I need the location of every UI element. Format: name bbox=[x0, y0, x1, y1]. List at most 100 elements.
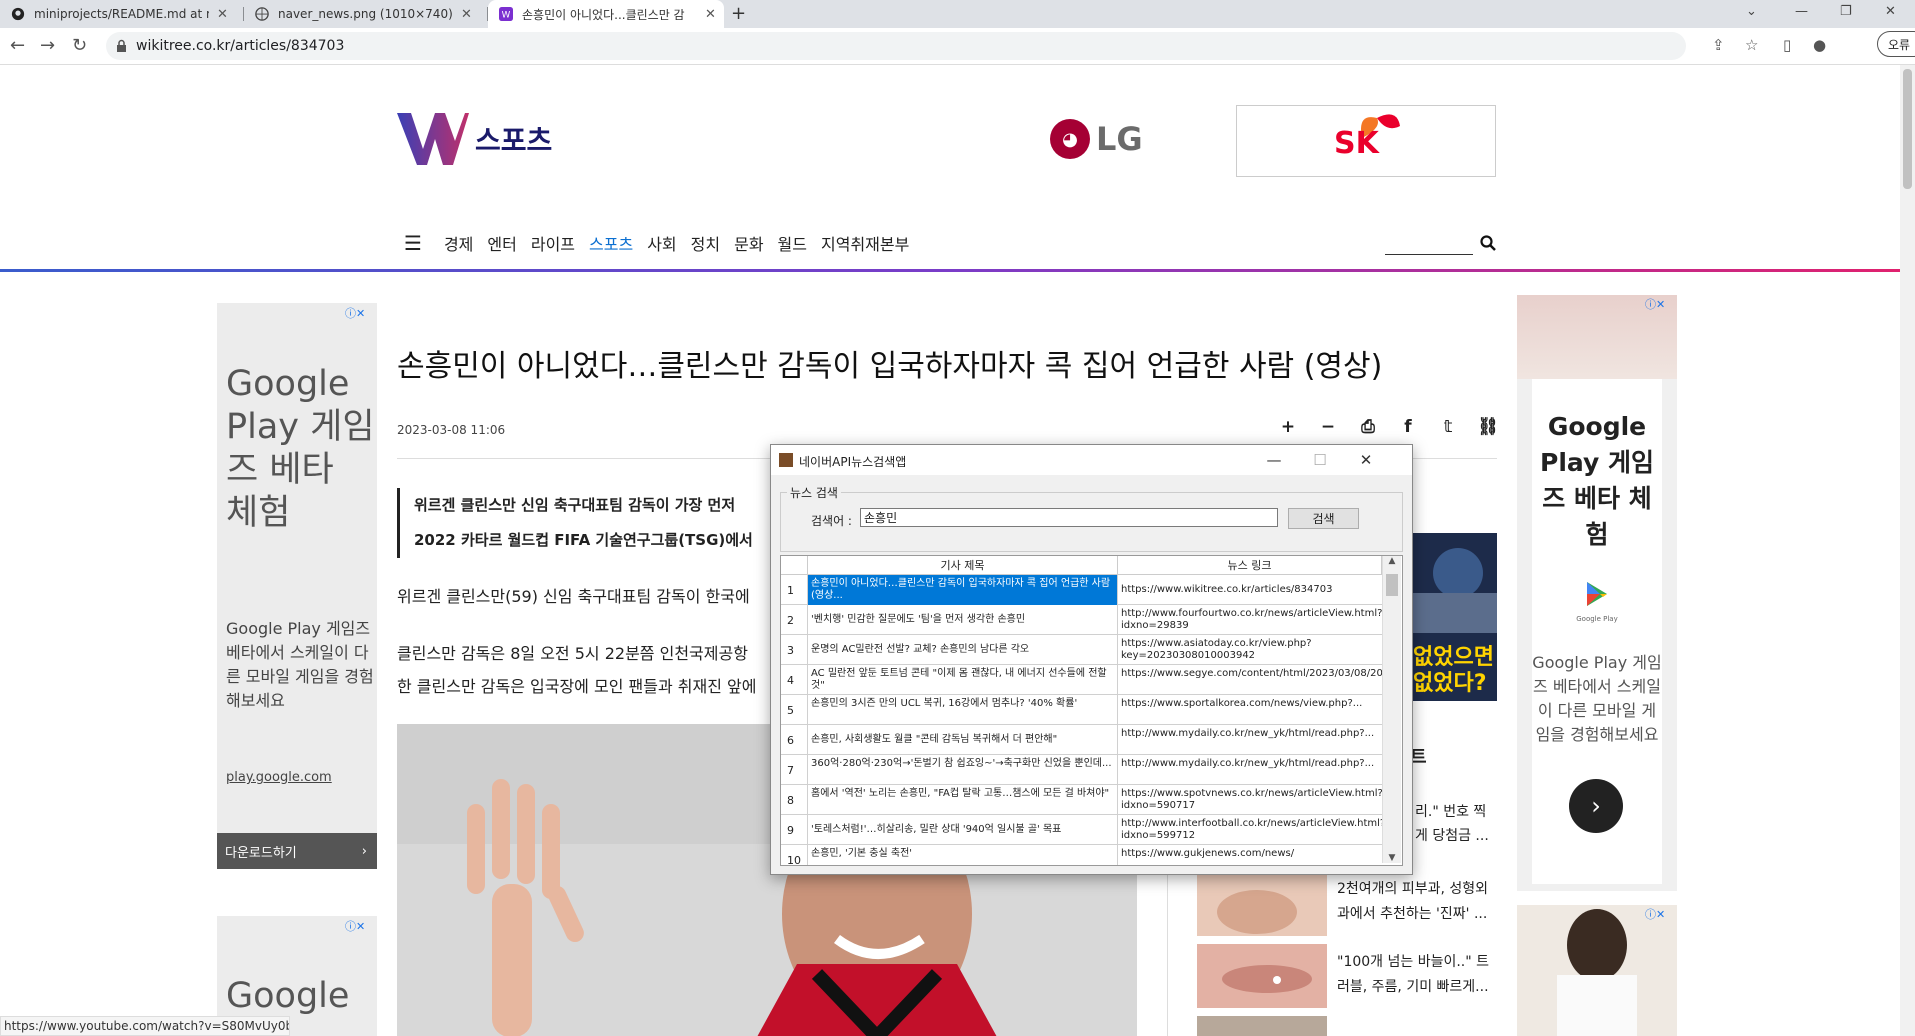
grid-scrollbar-thumb[interactable] bbox=[1386, 574, 1398, 596]
table-row[interactable]: 6 손흥민, 사회생활도 월클 "콘테 감독님 복귀해서 더 편안해" http:/… bbox=[781, 725, 1382, 755]
scroll-up-icon[interactable]: ▲ bbox=[1383, 556, 1401, 566]
ad-info-icon[interactable]: ⓘ✕ bbox=[345, 305, 365, 321]
grid-scrollbar[interactable]: ▲ ▼ bbox=[1382, 556, 1401, 863]
forward-icon[interactable]: → bbox=[40, 35, 55, 56]
cell-title[interactable]: '벤치행' 민감한 질문에도 '팀'을 먼저 생각한 손흥민 bbox=[808, 605, 1118, 635]
site-search-input[interactable] bbox=[1385, 254, 1473, 255]
column-header-title[interactable]: 기사 제목 bbox=[808, 556, 1118, 575]
cell-title[interactable]: 손흥민, 사회생활도 월클 "콘테 감독님 복귀해서 더 편안해" bbox=[808, 725, 1118, 755]
related-title-fragment-2[interactable]: 게 당첨금 ... bbox=[1415, 825, 1489, 845]
column-header-link[interactable]: 뉴스 링크 bbox=[1118, 556, 1382, 575]
table-row[interactable]: 4 AC 밀란전 앞둔 토트넘 콘테 "이제 몸 괜찮다, 내 에너지 선수들에 … bbox=[781, 665, 1382, 695]
cell-title[interactable]: 운명의 AC밀란전 선발? 교체? 손흥민의 남다른 각오 bbox=[808, 635, 1118, 665]
font-increase-icon[interactable]: + bbox=[1268, 417, 1308, 437]
cell-title[interactable]: 손흥민의 3시즌 만의 UCL 복귀, 16강에서 멈추나? '40% 확률' bbox=[808, 695, 1118, 725]
scroll-down-icon[interactable]: ▼ bbox=[1383, 853, 1401, 863]
menu-item-world[interactable]: 월드 bbox=[778, 231, 807, 255]
share-icon[interactable]: ⇪ bbox=[1712, 36, 1725, 54]
minimize-icon[interactable]: — bbox=[1795, 4, 1808, 19]
right-ad-2[interactable] bbox=[1517, 905, 1677, 1036]
menu-item-regional[interactable]: 지역취재본부 bbox=[821, 231, 909, 255]
cell-link[interactable]: https://www.spotvnews.co.kr/news/article… bbox=[1118, 785, 1382, 815]
results-grid[interactable]: 기사 제목 뉴스 링크 1 손흥민이 아니었다…클린스만 감독이 입국하자마자 콕… bbox=[780, 555, 1403, 866]
menu-item-entertainment[interactable]: 엔터 bbox=[487, 231, 516, 255]
left-ad[interactable]: Google Play 게임즈 베타 체험 Google Play 게임즈 베타… bbox=[217, 303, 377, 869]
twitter-icon[interactable]: 𝕥 bbox=[1428, 417, 1468, 437]
close-icon[interactable]: ✕ bbox=[217, 7, 228, 22]
table-row[interactable]: 10 손흥민, '기본 충실 축전' https://www.gukjenews.c… bbox=[781, 845, 1382, 865]
ad-info-icon[interactable]: ⓘ✕ bbox=[345, 918, 365, 934]
related-image[interactable]: 없었으면 없었다? bbox=[1413, 533, 1497, 701]
cell-link[interactable]: http://www.mydaily.co.kr/new_yk/html/rea… bbox=[1118, 755, 1382, 785]
lock-icon[interactable] bbox=[116, 38, 127, 57]
ad-info-icon[interactable]: ⓘ✕ bbox=[1645, 296, 1665, 312]
search-icon[interactable] bbox=[1480, 235, 1496, 256]
close-icon[interactable]: ✕ bbox=[461, 7, 472, 22]
cell-link[interactable]: http://www.fourfourtwo.co.kr/news/articl… bbox=[1118, 605, 1382, 635]
error-button[interactable]: 오류 bbox=[1877, 31, 1915, 57]
cell-link[interactable]: https://www.segye.com/content/html/2023/… bbox=[1118, 665, 1382, 695]
next-arrow-button[interactable]: › bbox=[1569, 779, 1623, 833]
font-decrease-icon[interactable]: − bbox=[1308, 417, 1348, 437]
reload-icon[interactable]: ↻ bbox=[72, 35, 87, 56]
close-window-icon[interactable]: ✕ bbox=[1885, 4, 1896, 19]
table-row[interactable]: 1 손흥민이 아니었다…클린스만 감독이 입국하자마자 콕 집어 언급한 사람 (… bbox=[781, 575, 1382, 605]
cell-link[interactable]: https://www.sportalkorea.com/news/view.p… bbox=[1118, 695, 1382, 725]
browser-tab-2[interactable]: naver_news.png (1010×740) ✕ bbox=[244, 0, 488, 28]
cell-link[interactable]: https://www.gukjenews.com/news/ bbox=[1118, 845, 1382, 865]
app-maximize-icon[interactable]: ☐ bbox=[1297, 448, 1343, 472]
search-button[interactable]: 검색 bbox=[1288, 508, 1359, 529]
hamburger-menu-icon[interactable]: ☰ bbox=[404, 231, 422, 255]
menu-item-life[interactable]: 라이프 bbox=[531, 231, 575, 255]
related-title-1b[interactable]: 과에서 추천하는 '진짜' ... bbox=[1337, 903, 1487, 923]
related-thumb-3[interactable] bbox=[1197, 1016, 1327, 1036]
cell-link[interactable]: http://www.mydaily.co.kr/new_yk/html/rea… bbox=[1118, 725, 1382, 755]
site-logo[interactable]: 스포츠 bbox=[397, 113, 552, 165]
related-thumb-2[interactable] bbox=[1197, 944, 1327, 1008]
scrollbar-thumb[interactable] bbox=[1903, 69, 1912, 189]
lg-ad[interactable]: ◕ LG bbox=[1050, 119, 1143, 159]
cell-title[interactable]: 손흥민이 아니었다…클린스만 감독이 입국하자마자 콕 집어 언급한 사람 (영… bbox=[808, 575, 1118, 605]
menu-item-politics[interactable]: 정치 bbox=[691, 231, 720, 255]
search-input[interactable]: 손흥민 bbox=[860, 508, 1278, 527]
back-icon[interactable]: ← bbox=[10, 35, 25, 56]
cell-title[interactable]: 홈에서 '역전' 노리는 손흥민, "FA컵 탈락 고통…챔스에 모든 걸 바쳐… bbox=[808, 785, 1118, 815]
table-row[interactable]: 7 360억·280억·230억→'돈벌기 참 쉽죠잉~'→축구화만 신었을 뿐인… bbox=[781, 755, 1382, 785]
menu-item-sports[interactable]: 스포츠 bbox=[589, 231, 633, 255]
related-title-2b[interactable]: 러블, 주름, 기미 빠르게... bbox=[1337, 976, 1489, 996]
table-row[interactable]: 8 홈에서 '역전' 노리는 손흥민, "FA컵 탈락 고통…챔스에 모든 걸 바… bbox=[781, 785, 1382, 815]
bookmark-star-icon[interactable]: ☆ bbox=[1745, 36, 1758, 54]
ad-link[interactable]: play.google.com bbox=[226, 770, 332, 785]
profile-icon[interactable]: ● bbox=[1813, 36, 1826, 54]
cell-title[interactable]: 360억·280억·230억→'돈벌기 참 쉽죠잉~'→축구화만 신었을 뿐인데… bbox=[808, 755, 1118, 785]
page-scrollbar[interactable] bbox=[1900, 65, 1915, 1036]
new-tab-icon[interactable]: + bbox=[731, 3, 746, 24]
side-panel-icon[interactable]: ▯ bbox=[1783, 36, 1791, 54]
related-title-1[interactable]: 2천여개의 피부과, 성형외 bbox=[1337, 878, 1488, 898]
right-ad[interactable]: Google Play 게임즈 베타 체험 Google Play Google… bbox=[1517, 295, 1677, 891]
table-row[interactable]: 9 '토레스처럼!'…히살리송, 밀란 상대 '940억 일시불 골' 목표 htt… bbox=[781, 815, 1382, 845]
related-thumb-1[interactable] bbox=[1197, 872, 1327, 936]
cell-link[interactable]: http://www.interfootball.co.kr/news/arti… bbox=[1118, 815, 1382, 845]
download-button[interactable]: 다운로드하기 › bbox=[217, 833, 377, 869]
menu-item-economy[interactable]: 경제 bbox=[444, 231, 473, 255]
browser-tab-1[interactable]: miniprojects/README.md at ma ✕ bbox=[0, 0, 244, 28]
tab-search-icon[interactable]: ⌄ bbox=[1746, 4, 1757, 19]
cell-title[interactable]: 손흥민, '기본 충실 축전' bbox=[808, 845, 1118, 865]
close-icon[interactable]: ✕ bbox=[705, 7, 716, 22]
related-title-fragment-1[interactable]: 리." 번호 찍 bbox=[1415, 801, 1486, 821]
app-minimize-icon[interactable]: — bbox=[1251, 448, 1297, 472]
menu-item-culture[interactable]: 문화 bbox=[734, 231, 763, 255]
link-icon[interactable]: ⛓ bbox=[1468, 417, 1508, 437]
url-bar[interactable]: wikitree.co.kr/articles/834703 bbox=[106, 32, 1686, 60]
restore-icon[interactable]: ❐ bbox=[1840, 4, 1852, 19]
table-row[interactable]: 3 운명의 AC밀란전 선발? 교체? 손흥민의 남다른 각오 https://ww… bbox=[781, 635, 1382, 665]
browser-tab-3[interactable]: W 손흥민이 아니었다...클린스만 감 ✕ bbox=[488, 0, 724, 28]
ad-info-icon[interactable]: ⓘ✕ bbox=[1645, 906, 1665, 922]
print-icon[interactable]: ⎙ bbox=[1348, 417, 1388, 437]
table-row[interactable]: 2 '벤치행' 민감한 질문에도 '팀'을 먼저 생각한 손흥민 http://ww… bbox=[781, 605, 1382, 635]
cell-title[interactable]: '토레스처럼!'…히살리송, 밀란 상대 '940억 일시불 골' 목표 bbox=[808, 815, 1118, 845]
cell-link[interactable]: https://www.wikitree.co.kr/articles/8347… bbox=[1118, 575, 1382, 605]
menu-item-society[interactable]: 사회 bbox=[647, 231, 676, 255]
app-close-icon[interactable]: ✕ bbox=[1343, 448, 1389, 472]
